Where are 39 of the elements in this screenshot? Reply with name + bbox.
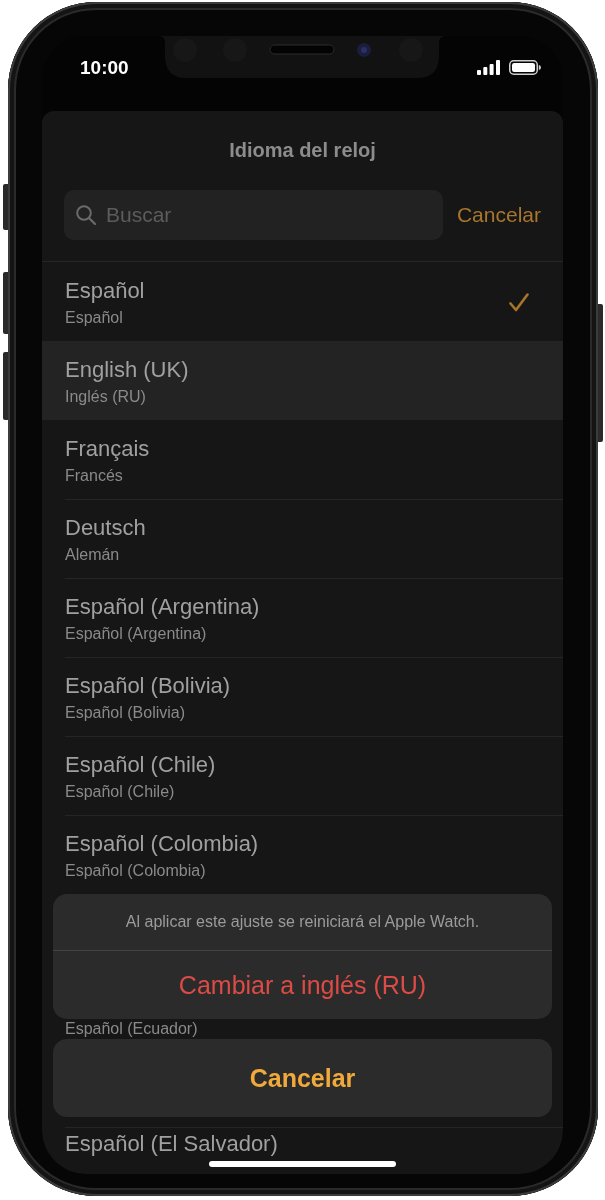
language-name: Français	[65, 436, 150, 462]
language-row[interactable]: Français Francés	[42, 420, 563, 499]
language-translation: Inglés (RU)	[65, 387, 146, 407]
search-cancel-button[interactable]: Cancelar	[456, 202, 541, 228]
status-time: 10:00	[80, 57, 129, 79]
language-translation: Español (Chile)	[65, 782, 175, 802]
language-name: Español (El Salvador)	[65, 1132, 278, 1156]
language-row[interactable]: Deutsch Alemán	[42, 499, 563, 578]
battery-icon	[509, 60, 541, 75]
side-button[interactable]	[3, 272, 8, 334]
language-name: Español (Chile)	[65, 752, 216, 778]
search-icon	[76, 205, 96, 225]
language-translation: Español (Ecuador)	[65, 1019, 198, 1039]
language-name: Español	[65, 278, 145, 304]
side-button[interactable]	[3, 352, 8, 420]
signal-icon	[477, 60, 500, 75]
language-row[interactable]: Español (Argentina) Español (Argentina)	[42, 578, 563, 657]
language-name: English (UK)	[65, 357, 189, 383]
language-row[interactable]: Español (Colombia) Español (Colombia)	[42, 815, 563, 894]
language-translation: Español (Bolivia)	[65, 703, 186, 723]
language-row[interactable]: Español Español	[42, 262, 563, 341]
language-row[interactable]: English (UK) Inglés (RU)	[42, 341, 563, 420]
language-translation: Español (Argentina)	[65, 624, 207, 644]
language-name: Español (Bolivia)	[65, 673, 231, 699]
language-translation: Francés	[65, 466, 123, 486]
side-button[interactable]	[598, 304, 603, 442]
language-translation: Español (Colombia)	[65, 861, 206, 881]
language-translation: Español	[65, 308, 123, 328]
language-translation: Alemán	[65, 545, 120, 565]
language-name: Español (Argentina)	[65, 594, 260, 620]
sheet-title: Idioma del reloj	[229, 138, 376, 163]
language-name: Español (Colombia)	[65, 831, 259, 857]
language-row[interactable]: Español (Bolivia) Español (Bolivia)	[42, 657, 563, 736]
alert-message: Al aplicar este ajuste se reiniciará el Apple Watch.	[124, 912, 481, 932]
sheet-cancel-button[interactable]: Cancelar	[53, 1039, 552, 1117]
search-field[interactable]: Buscar	[64, 190, 443, 240]
language-name: Deutsch	[65, 515, 146, 541]
language-row[interactable]: Español (Chile) Español (Chile)	[42, 736, 563, 815]
side-button[interactable]	[3, 184, 8, 230]
